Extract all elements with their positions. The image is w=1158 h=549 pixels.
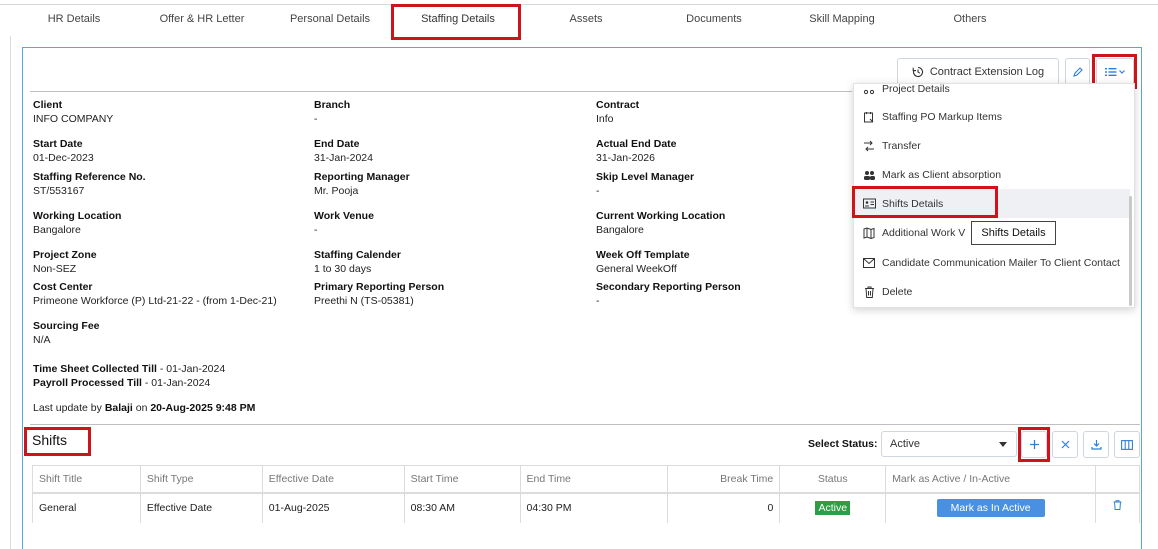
menu-item-client-absorption[interactable]: Mark as Client absorption xyxy=(854,160,1130,189)
field-project-zone: Project Zone Non-SEZ xyxy=(33,249,97,275)
payroll-processed-till: Payroll Processed Till - 01-Jan-2024 xyxy=(33,377,211,389)
tab-personal-details[interactable]: Personal Details xyxy=(266,5,394,33)
col-start-time[interactable]: Start Time xyxy=(403,465,521,494)
field-staffing-reference: Staffing Reference No. ST/553167 xyxy=(33,171,146,197)
field-branch: Branch - xyxy=(314,99,351,125)
field-reporting-manager: Reporting Manager Mr. Pooja xyxy=(314,171,410,197)
add-shift-button[interactable] xyxy=(1021,431,1047,458)
pencil-icon xyxy=(1072,66,1083,78)
shifts-details-tooltip: Shifts Details xyxy=(971,221,1056,245)
field-secondary-reporting-person: Secondary Reporting Person - xyxy=(596,281,741,307)
field-cost-center: Cost Center Primeone Workforce (P) Ltd-21… xyxy=(33,281,277,307)
col-actions xyxy=(1094,465,1141,494)
menu-scrollbar[interactable] xyxy=(1129,196,1132,306)
menu-item-candidate-mailer[interactable]: Candidate Communication Mailer To Client… xyxy=(854,248,1130,277)
field-staffing-calendar: Staffing Calender 1 to 30 days xyxy=(314,249,401,275)
cell-break-time: 0 xyxy=(667,492,781,523)
tab-hr-details[interactable]: HR Details xyxy=(10,5,138,33)
columns-button[interactable] xyxy=(1114,431,1140,458)
tab-documents[interactable]: Documents xyxy=(650,5,778,33)
close-icon xyxy=(1061,440,1070,449)
field-skip-level-manager: Skip Level Manager - xyxy=(596,171,695,197)
po-markup-icon xyxy=(854,111,882,123)
trash-icon xyxy=(854,286,882,298)
contract-extension-log-button[interactable]: Contract Extension Log xyxy=(897,58,1059,86)
field-end-date: End Date 31-Jan-2024 xyxy=(314,138,373,164)
shifts-title: Shifts xyxy=(32,432,68,448)
status-select[interactable]: Active xyxy=(881,431,1017,457)
edit-button[interactable] xyxy=(1065,58,1090,86)
cell-actions xyxy=(1094,492,1141,523)
col-mark-active[interactable]: Mark as Active / In-Active xyxy=(885,465,1096,494)
users-icon xyxy=(854,169,882,181)
cell-effective-date: 01-Aug-2025 xyxy=(261,492,405,523)
tab-others[interactable]: Others xyxy=(906,5,1034,33)
table-header-row: Shift Title Shift Type Effective Date St… xyxy=(32,465,1141,494)
id-card-icon xyxy=(854,198,882,209)
mail-icon xyxy=(854,257,882,268)
cell-end-time: 04:30 PM xyxy=(519,492,669,523)
field-week-off-template: Week Off Template General WeekOff xyxy=(596,249,690,275)
table-row: General Effective Date 01-Aug-2025 08:30… xyxy=(32,492,1141,523)
col-end-time[interactable]: End Time xyxy=(519,465,669,494)
menu-item-staffing-po-markup[interactable]: Staffing PO Markup Items xyxy=(854,102,1130,131)
menu-item-transfer[interactable]: Transfer xyxy=(854,131,1130,160)
field-working-location: Working Location Bangalore xyxy=(33,210,122,236)
tab-staffing-details[interactable]: Staffing Details xyxy=(394,5,522,33)
caret-down-icon xyxy=(999,442,1007,447)
menu-item-delete[interactable]: Delete xyxy=(854,277,1130,306)
col-status[interactable]: Status xyxy=(779,465,887,494)
menu-item-shifts-details[interactable]: Shifts Details xyxy=(854,189,1130,218)
cell-start-time: 08:30 AM xyxy=(403,492,521,523)
col-break-time[interactable]: Break Time xyxy=(667,465,781,494)
details-divider xyxy=(30,91,852,92)
tab-offer-hr-letter[interactable]: Offer & HR Letter xyxy=(138,5,266,33)
columns-icon xyxy=(1121,439,1133,450)
field-work-venue: Work Venue - xyxy=(314,210,374,236)
download-icon xyxy=(1090,439,1102,450)
last-update: Last update by Balaji on 20-Aug-2025 9:4… xyxy=(33,402,256,414)
col-effective-date[interactable]: Effective Date xyxy=(261,465,405,494)
field-current-working-location: Current Working Location Bangalore xyxy=(596,210,726,236)
transfer-icon xyxy=(854,140,882,152)
list-icon xyxy=(1104,67,1126,77)
actions-menu: Project Details Staffing PO Markup Items… xyxy=(853,83,1135,308)
cell-shift-type: Effective Date xyxy=(139,492,263,523)
field-start-date: Start Date 01-Dec-2023 xyxy=(33,138,94,164)
field-primary-reporting-person: Primary Reporting Person Preethi N (TS-05… xyxy=(314,281,445,307)
col-shift-title[interactable]: Shift Title xyxy=(32,465,141,494)
field-contract: Contract Info xyxy=(596,99,640,125)
shifts-table: Shift Title Shift Type Effective Date St… xyxy=(32,465,1141,523)
field-sourcing-fee: Sourcing Fee N/A xyxy=(33,320,100,346)
clear-filter-button[interactable] xyxy=(1052,431,1078,458)
tab-bar: HR Details Offer & HR Letter Personal De… xyxy=(10,5,1158,33)
mark-inactive-button[interactable]: Mark as In Active xyxy=(936,499,1045,517)
shifts-divider xyxy=(30,424,1140,425)
tab-skill-mapping[interactable]: Skill Mapping xyxy=(778,5,906,33)
contract-extension-log-label: Contract Extension Log xyxy=(929,66,1045,78)
more-actions-button[interactable] xyxy=(1096,58,1134,86)
status-badge: Active xyxy=(815,501,851,515)
timesheet-collected-till: Time Sheet Collected Till - 01-Jan-2024 xyxy=(33,363,226,375)
col-shift-type[interactable]: Shift Type xyxy=(139,465,263,494)
project-details-icon xyxy=(854,84,882,95)
cell-status: Active xyxy=(779,492,887,523)
cell-mark-active: Mark as In Active xyxy=(885,492,1096,523)
tab-assets[interactable]: Assets xyxy=(522,5,650,33)
field-client: Client INFO COMPANY xyxy=(33,99,114,125)
select-status-label: Select Status: xyxy=(808,438,878,450)
plus-icon xyxy=(1029,439,1040,450)
cell-shift-title: General xyxy=(32,492,141,523)
delete-row-button[interactable] xyxy=(1113,499,1122,510)
download-button[interactable] xyxy=(1083,431,1109,458)
history-icon xyxy=(912,66,924,78)
field-actual-end-date: Actual End Date 31-Jan-2026 xyxy=(596,138,677,164)
map-icon xyxy=(854,226,882,239)
trash-icon xyxy=(1113,499,1122,510)
menu-item-project-details[interactable]: Project Details xyxy=(854,84,1130,103)
